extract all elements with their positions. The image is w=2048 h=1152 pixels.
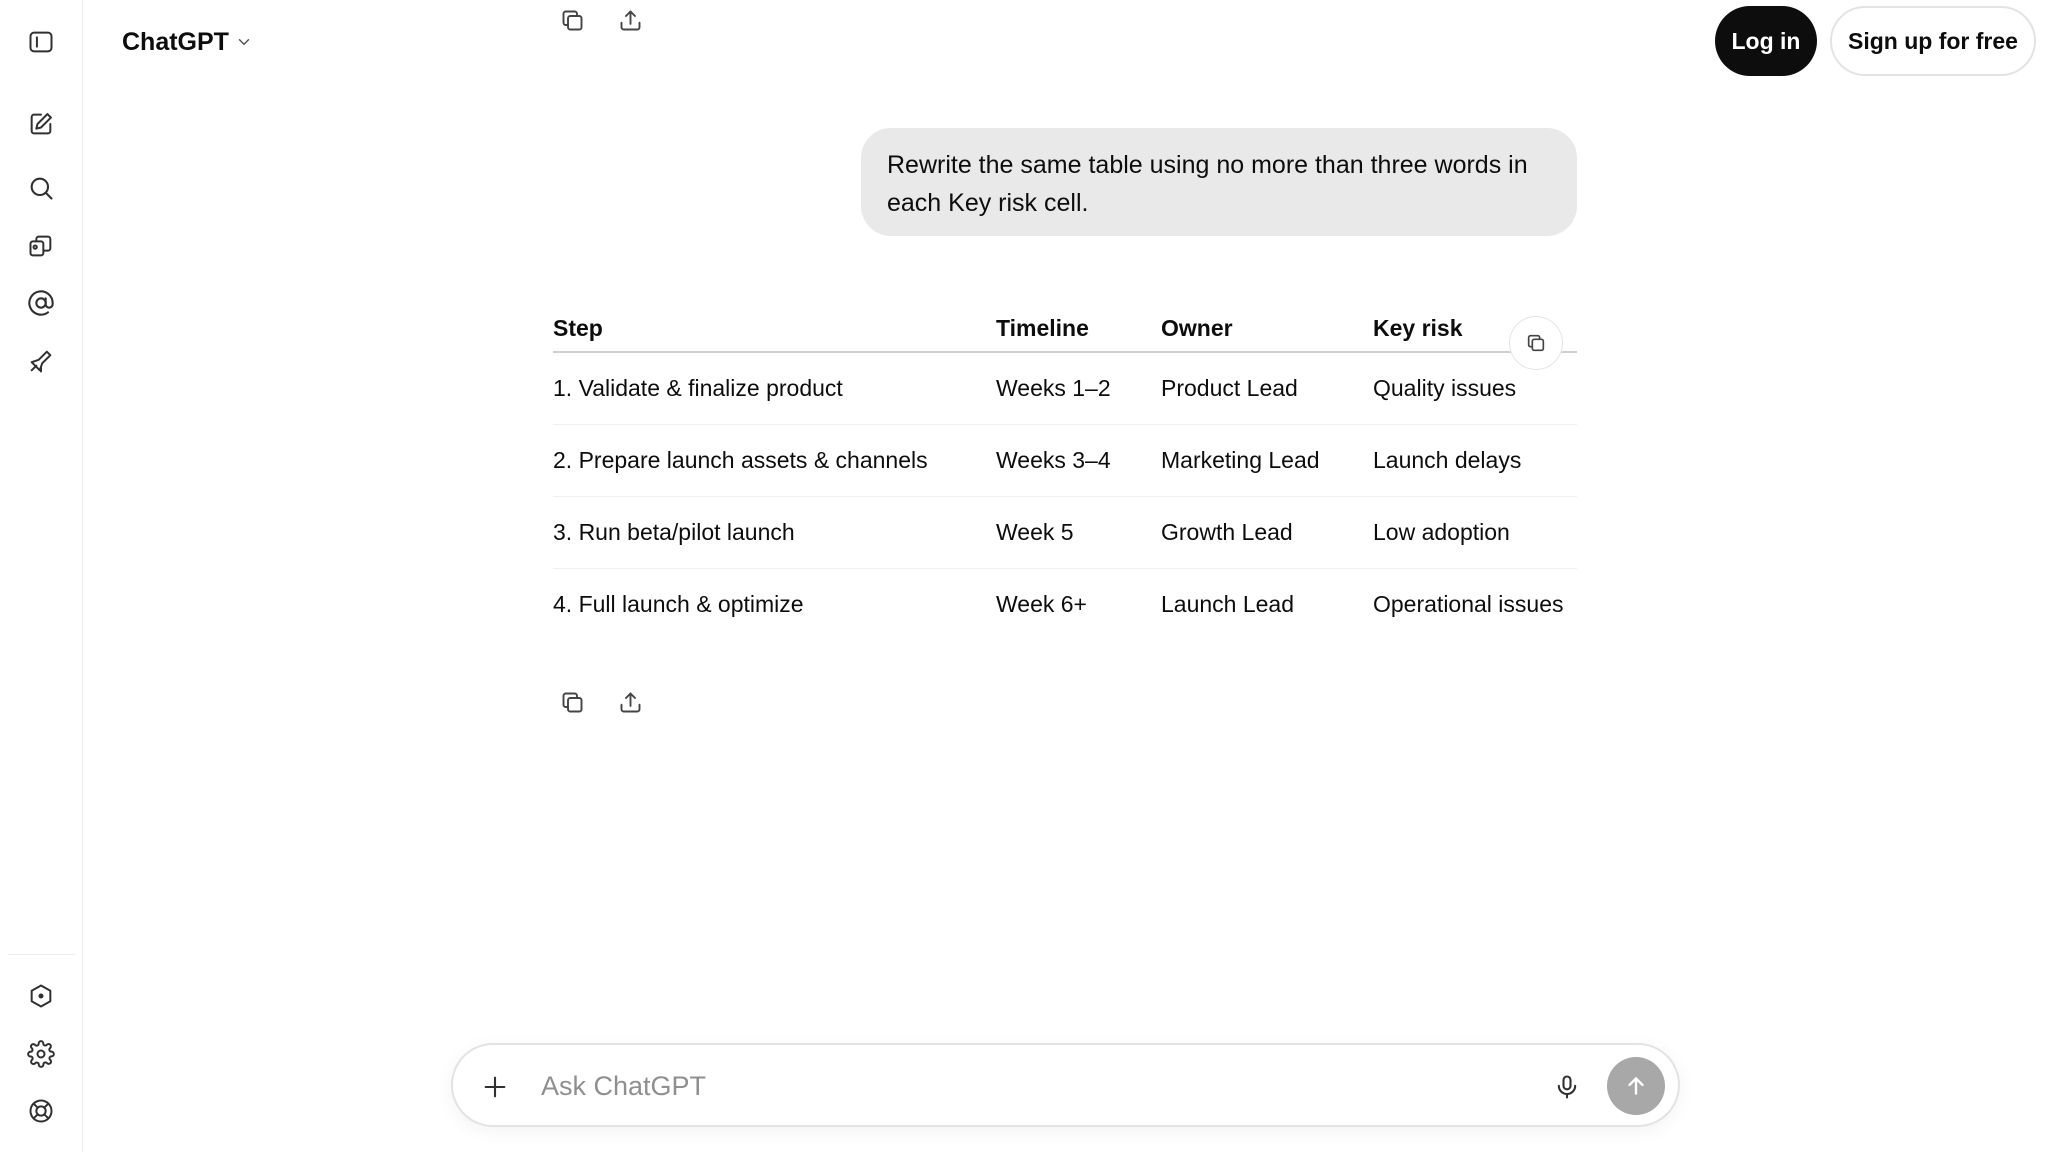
- help-button[interactable]: [21, 1091, 61, 1131]
- table-cell-step: 4. Full launch & optimize: [553, 590, 804, 617]
- library-icon: [29, 235, 52, 257]
- table-cell-timeline: Weeks 3–4: [996, 424, 1161, 497]
- sidebar-toggle-icon: [29, 31, 53, 53]
- copy-table-button[interactable]: [1509, 316, 1563, 370]
- mentions-button[interactable]: [21, 283, 61, 323]
- table-header-owner: Owner: [1161, 306, 1373, 353]
- attach-button[interactable]: [473, 1065, 517, 1109]
- gear-icon: [27, 1040, 55, 1068]
- settings-button[interactable]: [21, 1034, 61, 1074]
- prompt-input[interactable]: [539, 1063, 1399, 1109]
- table-cell-owner: Growth Lead: [1161, 496, 1373, 569]
- table-cell-key-risk: Launch delays: [1373, 424, 1577, 497]
- new-chat-icon: [30, 113, 52, 135]
- chevron-down-icon: [238, 39, 250, 45]
- voice-input-button[interactable]: [1545, 1065, 1589, 1109]
- plus-hexagon-icon: [30, 984, 52, 1008]
- login-button[interactable]: Log in: [1715, 6, 1817, 76]
- search-icon: [30, 177, 53, 200]
- table-cell-owner: Marketing Lead: [1161, 424, 1373, 497]
- send-button[interactable]: [1607, 1057, 1665, 1115]
- search-chats-button[interactable]: [21, 168, 61, 208]
- table-cell-owner: Product Lead: [1161, 352, 1373, 425]
- copy-icon: [562, 10, 582, 30]
- model-selector[interactable]: ChatGPT: [114, 22, 261, 62]
- plus-icon: [484, 1076, 506, 1098]
- table-header-step: Step: [553, 306, 996, 353]
- share-response-button[interactable]: [610, 682, 650, 722]
- library-button[interactable]: [21, 226, 61, 266]
- table-cell-timeline: Week 6+: [996, 590, 1087, 617]
- new-chat-button[interactable]: [21, 104, 61, 144]
- table-header-row: Step Timeline Owner Key risk: [553, 306, 1577, 353]
- table-row: 3. Run beta/pilot launch Week 5 Growth L…: [553, 496, 1577, 569]
- table-cell-key-risk: Low adoption: [1373, 496, 1577, 569]
- table-cell-key-risk: Operational issues: [1373, 590, 1564, 617]
- sidebar-toggle-button[interactable]: [21, 22, 61, 62]
- share-icon: [620, 692, 640, 712]
- table-cell-step: 3. Run beta/pilot launch: [553, 496, 996, 569]
- copy-button-top[interactable]: [552, 0, 592, 40]
- upgrade-button[interactable]: [21, 976, 61, 1016]
- share-button-top[interactable]: [610, 0, 650, 40]
- copy-icon: [1527, 334, 1545, 352]
- share-icon: [620, 10, 640, 30]
- table-cell-owner: Launch Lead: [1161, 590, 1295, 617]
- microphone-icon: [1557, 1075, 1577, 1099]
- table-row: 2. Prepare launch assets & channels Week…: [553, 424, 1577, 497]
- at-sign-icon: [28, 290, 54, 316]
- copy-icon: [562, 692, 582, 712]
- explore-icon: [30, 350, 52, 373]
- table-cell-timeline: Weeks 1–2: [996, 352, 1161, 425]
- table-header-timeline: Timeline: [996, 306, 1161, 353]
- user-message-bubble: Rewrite the same table using no more tha…: [861, 128, 1577, 236]
- sidebar: [0, 0, 83, 1152]
- signup-button[interactable]: Sign up for free: [1830, 6, 2036, 76]
- explore-button[interactable]: [21, 341, 61, 381]
- table-row: 1. Validate & finalize product Weeks 1–2…: [553, 352, 1577, 425]
- table-cell-timeline: Week 5: [996, 496, 1161, 569]
- table-row: 4. Full launch & optimize Week 6+ Launch…: [553, 568, 1577, 640]
- arrow-up-icon: [1628, 1077, 1644, 1095]
- copy-response-button[interactable]: [552, 682, 592, 722]
- help-icon: [29, 1099, 53, 1123]
- response-table: Step Timeline Owner Key risk 1. Validate…: [553, 306, 1577, 640]
- composer: [451, 1043, 1680, 1127]
- sidebar-divider: [8, 954, 75, 955]
- table-cell-step: 2. Prepare launch assets & channels: [553, 424, 996, 497]
- table-cell-step: 1. Validate & finalize product: [553, 352, 996, 425]
- model-name: ChatGPT: [122, 27, 229, 56]
